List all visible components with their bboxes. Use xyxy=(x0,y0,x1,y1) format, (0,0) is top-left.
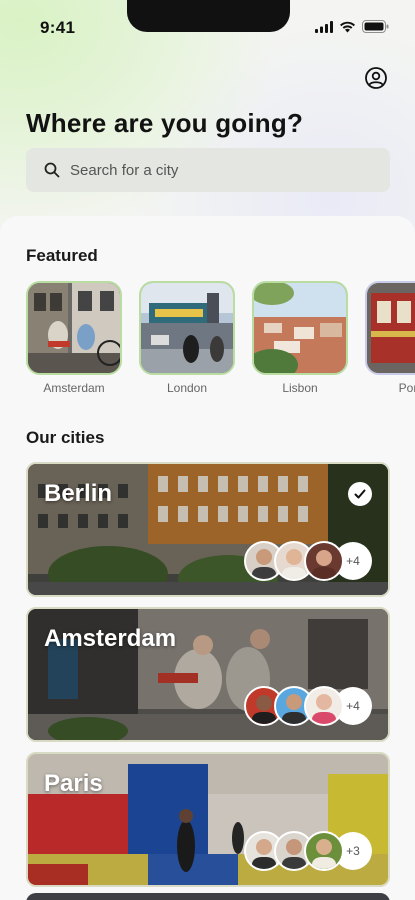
avatar xyxy=(304,541,344,581)
profile-button[interactable] xyxy=(364,66,388,90)
visitor-avatars[interactable]: +4 xyxy=(244,541,372,581)
system-icons xyxy=(315,20,389,33)
avatar xyxy=(304,686,344,726)
status-bar: 9:41 xyxy=(0,0,415,54)
device-notch xyxy=(127,0,290,32)
featured-title: Featured xyxy=(26,246,98,265)
status-time: 9:41 xyxy=(40,18,76,37)
next-city-card-peek[interactable] xyxy=(26,893,390,900)
search-bar[interactable] xyxy=(26,148,390,192)
featured-item-amsterdam[interactable]: Amsterdam xyxy=(26,281,122,395)
wifi-icon xyxy=(340,21,355,32)
featured-label: Lisbon xyxy=(282,381,318,395)
visitor-avatars[interactable]: +4 xyxy=(244,686,372,726)
featured-thumb xyxy=(26,281,122,375)
featured-label: Porto xyxy=(398,381,415,395)
featured-label: London xyxy=(166,381,208,395)
featured-item-london[interactable]: London xyxy=(139,281,235,395)
city-card-amsterdam[interactable]: Amsterdam +4 xyxy=(26,607,390,742)
city-card-berlin[interactable]: Berlin +4 xyxy=(26,462,390,597)
selected-check xyxy=(348,482,372,506)
city-name: Berlin xyxy=(44,480,113,507)
check-icon xyxy=(354,489,366,499)
featured-carousel[interactable]: Amsterdam London Lisbon Po xyxy=(26,281,415,401)
featured-thumb xyxy=(365,281,415,375)
featured-label: Amsterdam xyxy=(43,381,105,395)
featured-thumb xyxy=(139,281,235,375)
city-name: Paris xyxy=(44,770,103,797)
user-icon xyxy=(365,67,387,89)
search-icon xyxy=(44,162,60,178)
featured-item-lisbon[interactable]: Lisbon xyxy=(252,281,348,395)
search-input[interactable] xyxy=(70,161,370,179)
our-cities-title: Our cities xyxy=(26,428,105,447)
avatar xyxy=(304,831,344,871)
visitor-avatars[interactable]: +3 xyxy=(244,831,372,871)
page-title: Where are you going? xyxy=(26,108,304,138)
featured-thumb xyxy=(252,281,348,375)
signal-icon xyxy=(315,20,333,33)
city-card-paris[interactable]: Paris +3 xyxy=(26,752,390,887)
city-name: Amsterdam xyxy=(44,625,177,652)
featured-item-porto[interactable]: Porto xyxy=(365,281,415,395)
battery-icon xyxy=(362,20,389,33)
